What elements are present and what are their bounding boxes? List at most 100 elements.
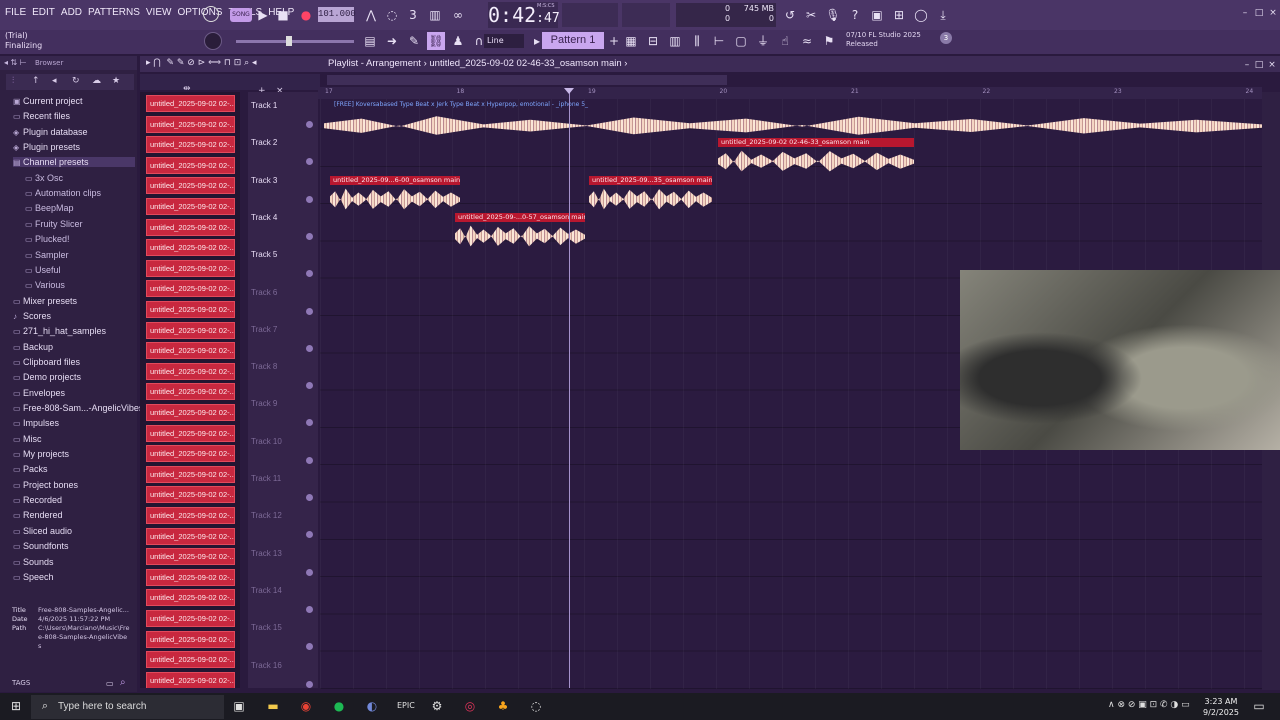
pattern-selector[interactable]: Pattern 1 xyxy=(542,32,604,49)
browser-item[interactable]: ▭ Misc xyxy=(13,434,42,444)
pencil-icon[interactable]: ✎ xyxy=(405,32,423,50)
browser-item[interactable]: ▭ Various xyxy=(25,280,65,290)
browser-item[interactable]: ▭ Soundfonts xyxy=(13,541,69,551)
save-icon[interactable]: ▣ xyxy=(868,6,886,24)
track-mute-dot[interactable] xyxy=(306,270,313,278)
track-mute-dot[interactable] xyxy=(306,195,313,203)
track-header-label[interactable]: Track 14 xyxy=(251,586,282,595)
track-mute-dot[interactable] xyxy=(306,307,313,315)
playlist-tools[interactable]: ▸ ⋂ ✎ ✎ ⊘ ⊳ ⟺ ⊓ ⊡ ⌕ ◂ xyxy=(146,58,257,68)
track-mute-dot[interactable] xyxy=(306,344,313,352)
track-mute-dot[interactable] xyxy=(306,382,313,390)
obs-icon[interactable]: ◎ xyxy=(462,698,478,714)
pattern-clip-item[interactable]: untitled_2025-09-02 02-... xyxy=(146,136,235,154)
browser-item[interactable]: ▭ Speech xyxy=(13,572,54,582)
track-header-label[interactable]: Track 5 xyxy=(251,250,277,259)
master-pitch-slider[interactable] xyxy=(236,40,354,43)
piano-roll-icon[interactable]: ▤ xyxy=(361,32,379,50)
audio-clip-track3a[interactable]: untitled_2025-09...6-00_osamson main xyxy=(330,176,460,212)
menu-patterns[interactable]: PATTERNS xyxy=(87,7,141,18)
pattern-clip-item[interactable]: untitled_2025-09-02 02-... xyxy=(146,548,235,566)
news-panel[interactable]: 07/10 FL Studio 2025 Released xyxy=(846,31,921,49)
browser-item[interactable]: ▭ Fruity Slicer xyxy=(25,219,83,229)
browser-item[interactable]: ▭ BeepMap xyxy=(25,203,74,213)
browser-item[interactable]: ▭ Recorded xyxy=(13,495,62,505)
browser-nav-icons[interactable]: ◂ ⇅ ⊢ xyxy=(4,58,27,67)
taskbar-search[interactable]: Type here to search xyxy=(31,695,224,719)
track-header-label[interactable]: Track 3 xyxy=(251,176,277,185)
task-view-icon[interactable]: ▣ xyxy=(231,698,247,714)
back-icon[interactable]: ◂ xyxy=(52,76,57,86)
epic-games-icon[interactable]: EPIC xyxy=(397,698,415,714)
pattern-clip-item[interactable]: untitled_2025-09-02 02-... xyxy=(146,342,235,360)
track-mute-dot[interactable] xyxy=(306,531,313,539)
browser-item[interactable]: ▭ 3x Osc xyxy=(25,173,63,183)
pattern-clip-item[interactable]: untitled_2025-09-02 02-... xyxy=(146,259,235,277)
file-explorer-icon[interactable]: ▬ xyxy=(265,698,281,714)
pattern-clip-item[interactable]: untitled_2025-09-02 02-... xyxy=(146,630,235,648)
plugin-view-icon[interactable]: ⏚ xyxy=(754,32,772,50)
browser-item[interactable]: ▭ Plucked! xyxy=(25,234,70,244)
browser-item[interactable]: ▭ My projects xyxy=(13,449,69,459)
search-icon[interactable]: ⌕ xyxy=(120,677,126,688)
wave-icon[interactable]: ≈ xyxy=(798,32,816,50)
windows-start-icon[interactable]: ⊞ xyxy=(8,698,24,714)
chat-icon[interactable]: ◯ xyxy=(912,6,930,24)
pattern-clip-item[interactable]: untitled_2025-09-02 02-... xyxy=(146,486,235,504)
record-icon[interactable]: ● xyxy=(297,6,315,24)
wait-icon[interactable]: ◌ xyxy=(383,6,401,24)
notifications-icon[interactable]: ▭ xyxy=(1251,698,1267,714)
cart-icon[interactable]: ⚑ xyxy=(820,32,838,50)
pattern-clip-item[interactable]: untitled_2025-09-02 02-... xyxy=(146,95,235,112)
news-badge[interactable]: 3 xyxy=(940,32,952,44)
audio-clip-track3b[interactable]: untitled_2025-09...35_osamson main xyxy=(589,176,712,212)
project-view-icon[interactable]: ▢ xyxy=(732,32,750,50)
microphone-icon[interactable]: 🎙 xyxy=(824,6,842,24)
mixer-icon[interactable]: ⊞ xyxy=(890,6,908,24)
stop-icon[interactable]: ■ xyxy=(274,6,292,24)
audio-clip-track1[interactable] xyxy=(324,110,1262,137)
track-header-label[interactable]: Track 8 xyxy=(251,362,277,371)
browser-item[interactable]: ▭ Rendered xyxy=(13,510,63,520)
pattern-clip-item[interactable]: untitled_2025-09-02 02-... xyxy=(146,465,235,483)
playlist-close-icon[interactable]: × xyxy=(1263,56,1280,74)
close-icon[interactable]: × xyxy=(1264,4,1280,22)
menu-file[interactable]: FILE xyxy=(4,7,27,18)
pattern-clip-item[interactable]: untitled_2025-09-02 02-... xyxy=(146,198,235,215)
loop-record-icon[interactable]: ∞ xyxy=(449,6,467,24)
add-pattern-icon[interactable]: + xyxy=(605,32,623,50)
track-header-label[interactable]: Track 1 xyxy=(251,101,277,110)
undo-icon[interactable]: ↺ xyxy=(781,6,799,24)
pattern-clip-item[interactable]: untitled_2025-09-02 02-... xyxy=(146,218,235,236)
browser-item[interactable]: ▭ Recent files xyxy=(13,111,70,121)
audio-clip-track4[interactable]: untitled_2025-09-...0-57_osamson main xyxy=(455,213,585,249)
playhead[interactable] xyxy=(569,92,570,688)
track-header-label[interactable]: Track 12 xyxy=(251,511,282,520)
browser-item[interactable]: ♪ Scores xyxy=(13,311,51,321)
pattern-clip-item[interactable]: untitled_2025-09-02 02-... xyxy=(146,445,235,463)
star-icon[interactable]: ★ xyxy=(112,76,120,86)
browser-item[interactable]: ▭ Free-808-Sam...-AngelicVibes xyxy=(13,403,143,413)
help-icon[interactable]: ? xyxy=(846,6,864,24)
overview-scrollbar[interactable] xyxy=(327,75,727,85)
metronome-icon[interactable]: ⋀ xyxy=(362,6,380,24)
folder-small-icon[interactable]: ▭ xyxy=(106,679,114,688)
browser-item[interactable]: ▭ Clipboard files xyxy=(13,357,80,367)
track-header-label[interactable]: Track 15 xyxy=(251,623,282,632)
slider-handle[interactable] xyxy=(286,36,292,46)
track-header-label[interactable]: Track 7 xyxy=(251,325,277,334)
chrome-icon[interactable]: ◉ xyxy=(298,698,314,714)
play-icon[interactable]: ▶ xyxy=(254,6,272,24)
browser-item[interactable]: ▭ 271_hi_hat_samples xyxy=(13,326,106,336)
track-header-label[interactable]: Track 11 xyxy=(251,474,281,483)
spotify-icon[interactable]: ● xyxy=(331,698,347,714)
mixer-view-icon[interactable]: ⫼ xyxy=(688,32,706,50)
pattern-clip-item[interactable]: untitled_2025-09-02 02-... xyxy=(146,424,235,442)
menu-add[interactable]: ADD xyxy=(60,7,83,18)
touch-icon[interactable]: ☝ xyxy=(776,32,794,50)
pattern-clip-item[interactable]: untitled_2025-09-02 02-... xyxy=(146,651,235,669)
download-icon[interactable]: ⤓ xyxy=(934,6,952,24)
pattern-clip-item[interactable]: untitled_2025-09-02 02-... xyxy=(146,527,235,545)
menu-view[interactable]: VIEW xyxy=(145,7,173,18)
waveform-filter-icon[interactable]: ⫶ xyxy=(12,76,14,86)
